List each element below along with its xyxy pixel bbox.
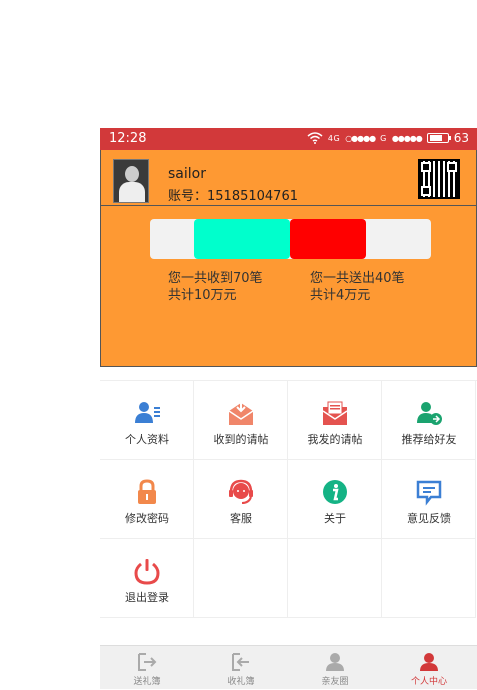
status-time: 12:28 xyxy=(109,131,147,146)
outbox-envelope-icon xyxy=(322,401,348,425)
menu-empty-cell xyxy=(382,539,476,618)
tab-user-center[interactable]: 个人中心 xyxy=(382,646,476,690)
received-summary: 您一共收到70笔 共计10万元 xyxy=(168,270,263,304)
menu-item-sent-invites[interactable]: 我发的请帖 xyxy=(288,381,382,460)
menu-item-label: 修改密码 xyxy=(125,512,169,525)
tab-label: 收礼簿 xyxy=(227,677,255,687)
profile-header[interactable]: sailor 账号：15185104761 xyxy=(100,150,477,206)
info-icon xyxy=(323,480,347,504)
menu-item-label: 推荐给好友 xyxy=(401,433,457,446)
status-icons: 4G ○●●●● G ●●●●● 63 xyxy=(307,131,469,145)
sent-bar xyxy=(290,219,366,259)
status-bar: 12:28 4G ○●●●● G ●●●●● 63 xyxy=(100,128,477,150)
menu-item-recommend[interactable]: 推荐给好友 xyxy=(382,381,476,460)
avatar[interactable] xyxy=(113,159,149,203)
headset-icon xyxy=(229,479,253,504)
friends-icon xyxy=(326,653,344,671)
lock-icon xyxy=(138,479,156,504)
wifi-icon xyxy=(307,132,323,144)
tab-label: 送礼簿 xyxy=(133,677,161,687)
menu-item-logout[interactable]: 退出登录 xyxy=(100,539,194,618)
menu-item-about[interactable]: 关于 xyxy=(288,460,382,539)
carrier-label: G xyxy=(380,133,387,143)
sent-summary: 您一共送出40笔 共计4万元 xyxy=(310,270,405,304)
battery-level: 63 xyxy=(453,131,469,145)
send-gift-icon xyxy=(138,653,157,671)
tab-send-gift[interactable]: 送礼簿 xyxy=(100,646,194,690)
signal-dots-1: ○●●●● xyxy=(345,133,376,143)
sent-total: 共计4万元 xyxy=(310,288,371,303)
menu-item-label: 我发的请帖 xyxy=(307,433,363,446)
username: sailor xyxy=(168,166,206,182)
menu-item-label: 个人资料 xyxy=(125,433,169,446)
stats-bar-track xyxy=(150,219,431,259)
sent-count: 您一共送出40笔 xyxy=(310,271,405,286)
tab-friends[interactable]: 亲友圈 xyxy=(288,646,382,690)
menu-empty-cell xyxy=(288,539,382,618)
tab-label: 个人中心 xyxy=(410,677,447,687)
bottom-tab-bar: 送礼簿 收礼簿 亲友圈 个人中心 xyxy=(100,645,477,689)
received-bar xyxy=(194,219,290,259)
menu-item-feedback[interactable]: 意见反馈 xyxy=(382,460,476,539)
tab-label: 亲友圈 xyxy=(321,677,349,687)
power-icon xyxy=(134,559,160,585)
received-total: 共计10万元 xyxy=(168,288,237,303)
tab-receive-gift[interactable]: 收礼簿 xyxy=(194,646,288,690)
share-user-icon xyxy=(417,402,442,425)
account-number: 账号：15185104761 xyxy=(168,189,298,204)
menu-item-received-invites[interactable]: 收到的请帖 xyxy=(194,381,288,460)
network-type: 4G xyxy=(327,133,341,143)
menu-item-customer-service[interactable]: 客服 xyxy=(194,460,288,539)
app-screen: 12:28 4G ○●●●● G ●●●●● 63 sailor 账号：1518… xyxy=(100,128,477,689)
menu-item-label: 退出登录 xyxy=(125,591,169,604)
menu-item-profile[interactable]: 个人资料 xyxy=(100,381,194,460)
menu-item-change-password[interactable]: 修改密码 xyxy=(100,460,194,539)
menu-item-label: 意见反馈 xyxy=(407,512,451,525)
received-count: 您一共收到70笔 xyxy=(168,271,263,286)
person-card-icon xyxy=(135,402,160,423)
gift-stats-panel: 您一共收到70笔 共计10万元 您一共送出40笔 共计4万元 xyxy=(100,206,477,367)
qrcode-icon[interactable] xyxy=(418,159,460,199)
inbox-envelope-icon xyxy=(228,401,254,425)
user-center-icon xyxy=(420,653,438,671)
receive-gift-icon xyxy=(232,653,249,671)
menu-item-label: 收到的请帖 xyxy=(213,433,269,446)
signal-dots-2: ●●●●● xyxy=(391,133,423,143)
menu-grid: 个人资料 收到的请帖 我发的请帖 推荐给好友 修改密码 客服 关于 意见反馈 退… xyxy=(100,380,477,618)
feedback-icon xyxy=(416,480,442,506)
menu-empty-cell xyxy=(194,539,288,618)
menu-item-label: 客服 xyxy=(230,512,252,525)
menu-item-label: 关于 xyxy=(324,512,346,525)
battery-icon xyxy=(426,133,451,143)
